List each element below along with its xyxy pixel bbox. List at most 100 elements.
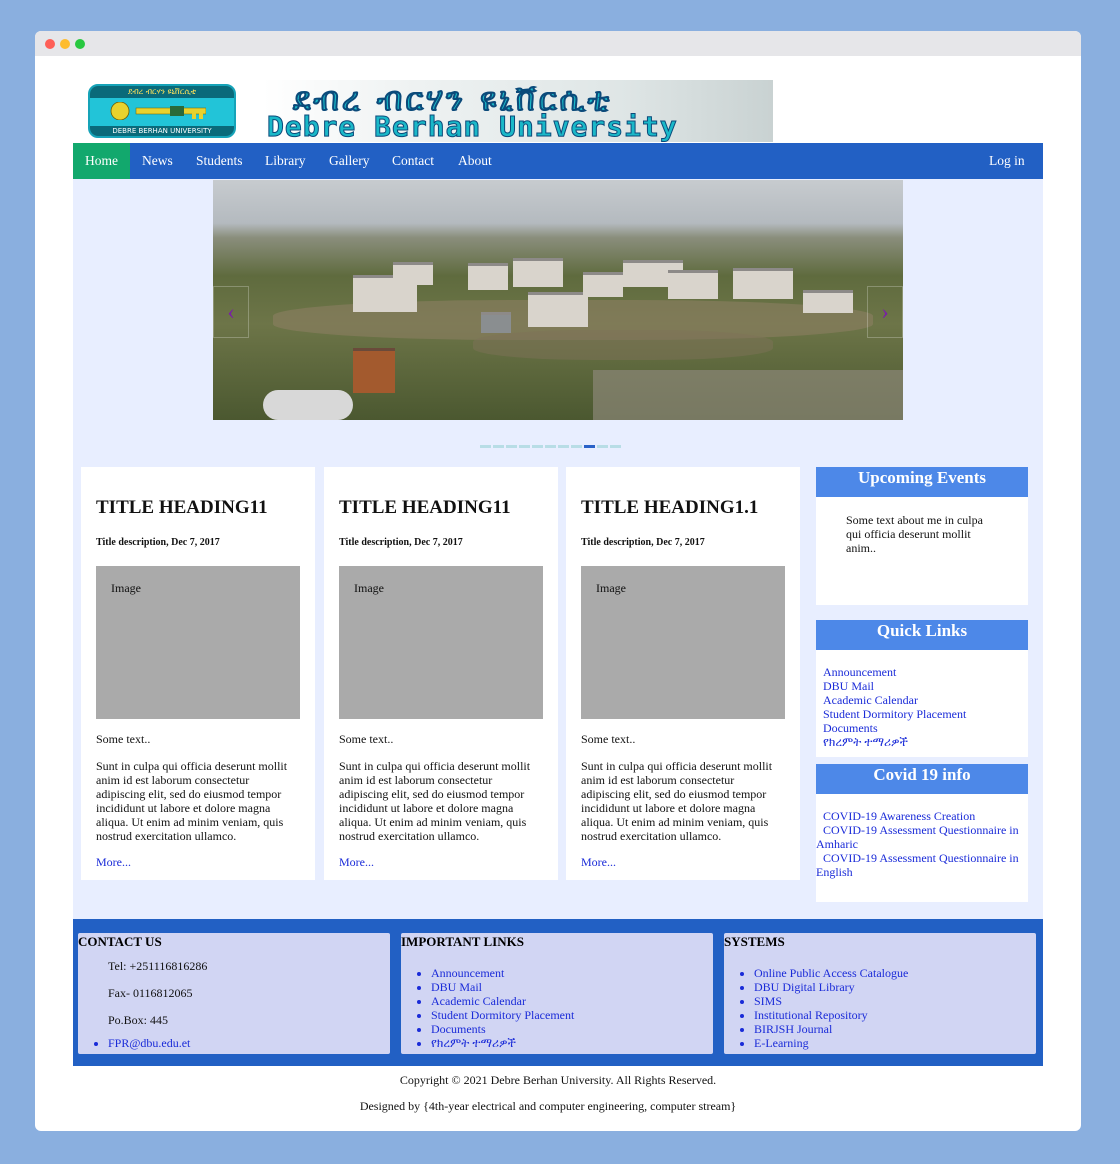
quick-links-title: Quick Links: [816, 620, 1028, 650]
close-window-button[interactable]: [45, 39, 55, 49]
browser-window: ደብረ ብርሃን ዩኒቨርሲቲ DEBRE BERHAN UNIVERSITY …: [35, 31, 1081, 1131]
card-image-placeholder: Image: [581, 566, 785, 719]
important-links-list: Announcement DBU Mail Academic Calendar …: [401, 966, 713, 1050]
main-nav: Home News Students Library Gallery Conta…: [73, 143, 1043, 179]
web-page: ደብረ ብርሃን ዩኒቨርሲቲ DEBRE BERHAN UNIVERSITY …: [73, 56, 1043, 1131]
carousel-indicator[interactable]: [480, 445, 491, 448]
carousel-indicator[interactable]: [506, 445, 517, 448]
banner-english: Debre Berhan University: [267, 110, 678, 143]
covid-links-list: COVID-19 Awareness Creation COVID-19 Ass…: [816, 794, 1028, 879]
card-description: Title description, Dec 7, 2017: [339, 537, 463, 548]
covid-info-panel: Covid 19 info COVID-19 Awareness Creatio…: [816, 764, 1028, 902]
login-link[interactable]: Log in: [977, 143, 1037, 179]
card-image-placeholder: Image: [96, 566, 300, 719]
covid-awareness-link[interactable]: COVID-19 Awareness Creation: [816, 809, 1028, 823]
quick-link-documents[interactable]: Documents: [823, 721, 1028, 735]
footer-link-documents[interactable]: Documents: [431, 1022, 486, 1036]
quick-link-academic-calendar[interactable]: Academic Calendar: [823, 693, 1028, 707]
university-banner: ደብረ ብርሃን ዩኒቨርሲቲ Debre Berhan University: [263, 80, 773, 142]
carousel-indicator[interactable]: [610, 445, 621, 448]
copyright-text: Copyright © 2021 Debre Berhan University…: [399, 1073, 717, 1087]
list-item: Documents: [431, 1022, 713, 1036]
carousel-indicator[interactable]: [558, 445, 569, 448]
card-image-placeholder: Image: [339, 566, 543, 719]
list-item: E-Learning: [754, 1036, 1036, 1050]
key-icon: [110, 102, 206, 120]
nav-gallery[interactable]: Gallery: [317, 143, 381, 179]
carousel-indicator[interactable]: [519, 445, 530, 448]
list-item: Institutional Repository: [754, 1008, 1036, 1022]
nav-students[interactable]: Students: [184, 143, 255, 179]
footer-link-announcement[interactable]: Announcement: [431, 966, 504, 980]
designed-by-text: Designed by {4th-year electrical and com…: [359, 1099, 737, 1113]
quick-links-panel: Quick Links Announcement DBU Mail Academ…: [816, 620, 1028, 757]
footer-link-dormitory-placement[interactable]: Student Dormitory Placement: [431, 1008, 574, 1022]
important-links-box: IMPORTANT LINKS Announcement DBU Mail Ac…: [401, 933, 713, 1054]
covid-questionnaire-english-link[interactable]: COVID-19 Assessment Questionnaire in Eng…: [816, 851, 1028, 879]
card-some-text: Some text..: [96, 732, 151, 746]
nav-library[interactable]: Library: [253, 143, 317, 179]
upcoming-events-panel: Upcoming Events Some text about me in cu…: [816, 467, 1028, 605]
system-link-digital-library[interactable]: DBU Digital Library: [754, 980, 855, 994]
systems-box: SYSTEMS Online Public Access Catalogue D…: [724, 933, 1036, 1054]
quick-link-dormitory-placement[interactable]: Student Dormitory Placement: [823, 707, 1028, 721]
system-link-opac[interactable]: Online Public Access Catalogue: [754, 966, 908, 980]
contact-us-title: CONTACT US: [78, 934, 162, 949]
logo-top-text: ደብረ ብርሃን ዩኒቨርሲቲ: [90, 86, 234, 98]
carousel-indicator[interactable]: [545, 445, 556, 448]
nav-news[interactable]: News: [130, 143, 185, 179]
footer-link-dbu-mail[interactable]: DBU Mail: [431, 980, 482, 994]
system-link-repository[interactable]: Institutional Repository: [754, 1008, 868, 1022]
covid-questionnaire-amharic-link[interactable]: COVID-19 Assessment Questionnaire in Amh…: [816, 823, 1028, 851]
card-some-text: Some text..: [581, 732, 636, 746]
nav-home[interactable]: Home: [73, 143, 130, 179]
contact-pobox: Po.Box: 445: [108, 1013, 169, 1027]
carousel-indicator[interactable]: [532, 445, 543, 448]
card-description: Title description, Dec 7, 2017: [96, 537, 220, 548]
quick-link-announcement[interactable]: Announcement: [823, 665, 1028, 679]
carousel-indicator[interactable]: [571, 445, 582, 448]
list-item: Online Public Access Catalogue: [754, 966, 1036, 980]
site-footer: CONTACT US Tel: +251116816286 Fax- 01168…: [73, 919, 1043, 1066]
footer-link-summer-students[interactable]: የክረምት ተማሪዎች: [431, 1036, 516, 1050]
maximize-window-button[interactable]: [75, 39, 85, 49]
quick-link-summer-students[interactable]: የክረምት ተማሪዎች: [823, 735, 1028, 749]
card-image-label: Image: [354, 581, 384, 595]
minimize-window-button[interactable]: [60, 39, 70, 49]
news-card: TITLE HEADING11 Title description, Dec 7…: [81, 467, 315, 880]
card-body: Sunt in culpa qui officia deserunt molli…: [339, 759, 531, 843]
carousel-indicator[interactable]: [597, 445, 608, 448]
window-titlebar: [35, 31, 1081, 56]
carousel-slide-image: ‹ ›: [213, 180, 903, 420]
carousel-next-button[interactable]: ›: [867, 286, 903, 338]
carousel-indicator[interactable]: [493, 445, 504, 448]
site-header: ደብረ ብርሃን ዩኒቨርሲቲ DEBRE BERHAN UNIVERSITY …: [73, 56, 1043, 142]
carousel-prev-button[interactable]: ‹: [213, 286, 249, 338]
carousel-indicator-active[interactable]: [584, 445, 595, 448]
nav-about[interactable]: About: [446, 143, 504, 179]
card-more-link[interactable]: More...: [581, 855, 785, 870]
footer-link-academic-calendar[interactable]: Academic Calendar: [431, 994, 526, 1008]
university-logo[interactable]: ደብረ ብርሃን ዩኒቨርሲቲ DEBRE BERHAN UNIVERSITY: [88, 84, 236, 138]
card-image-label: Image: [596, 581, 626, 595]
contact-email-link[interactable]: FPR@dbu.edu.et: [108, 1036, 190, 1050]
upcoming-events-title: Upcoming Events: [816, 467, 1028, 497]
quick-links-list: Announcement DBU Mail Academic Calendar …: [816, 650, 1028, 749]
covid-info-title: Covid 19 info: [816, 764, 1028, 794]
list-item: Student Dormitory Placement: [431, 1008, 713, 1022]
card-body: Sunt in culpa qui officia deserunt molli…: [96, 759, 288, 843]
list-item: Announcement: [431, 966, 713, 980]
system-link-elearning[interactable]: E-Learning: [754, 1036, 809, 1050]
card-body: Sunt in culpa qui officia deserunt molli…: [581, 759, 773, 843]
system-link-sims[interactable]: SIMS: [754, 994, 782, 1008]
list-item: DBU Digital Library: [754, 980, 1036, 994]
card-more-link[interactable]: More...: [339, 855, 543, 870]
card-more-link[interactable]: More...: [96, 855, 300, 870]
card-title: TITLE HEADING1.1: [581, 497, 759, 518]
systems-title: SYSTEMS: [724, 934, 785, 949]
news-card: TITLE HEADING1.1 Title description, Dec …: [566, 467, 800, 880]
list-item: DBU Mail: [431, 980, 713, 994]
quick-link-dbu-mail[interactable]: DBU Mail: [823, 679, 1028, 693]
system-link-birjsh-journal[interactable]: BIRJSH Journal: [754, 1022, 832, 1036]
nav-contact[interactable]: Contact: [380, 143, 446, 179]
